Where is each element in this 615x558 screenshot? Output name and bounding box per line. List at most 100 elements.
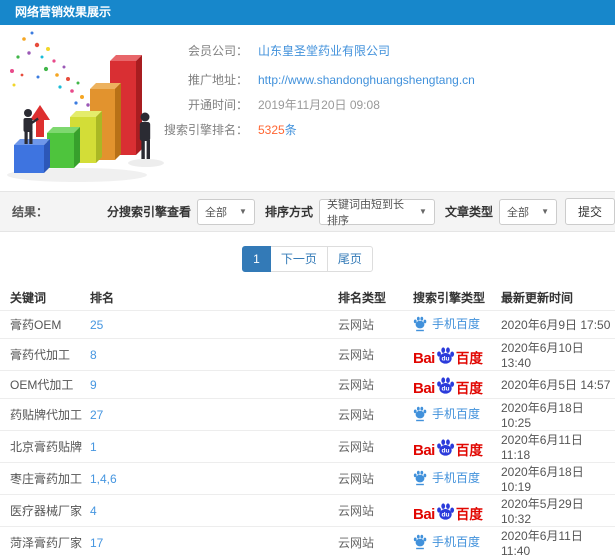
search-engine-cell: 手机百度 — [413, 311, 501, 339]
search-engine-cell: Baidu百度 — [413, 495, 501, 527]
mobile-baidu-logo: 手机百度 — [413, 315, 480, 332]
search-engine-cell: 手机百度 — [413, 527, 501, 558]
rank-link[interactable]: 25 — [90, 311, 338, 339]
updated-time-cell: 2020年6月18日 10:25 — [501, 399, 615, 431]
rank-link[interactable]: 9 — [90, 371, 338, 399]
engine-rank-row: 搜索引擎排名： 5325条 — [158, 117, 475, 142]
baidu-logo: Baidu百度 — [413, 500, 483, 522]
sort-select[interactable]: 关键词由短到长排序 ▼ — [319, 199, 435, 225]
article-type-select-value: 全部 — [507, 204, 529, 220]
businessman-right — [140, 113, 150, 160]
baidu-paw-icon — [413, 315, 427, 332]
engine-rank-value: 5325条 — [258, 121, 297, 138]
baidu-cn-text: 百度 — [456, 444, 483, 458]
engine-select[interactable]: 全部 ▼ — [197, 199, 255, 225]
article-type-select[interactable]: 全部 ▼ — [499, 199, 557, 225]
results-table: 关键词 排名 排名类型 搜索引擎类型 最新更新时间 膏药OEM 25 云网站 手… — [0, 284, 615, 558]
next-page-button[interactable]: 下一页 — [270, 246, 328, 272]
mobile-baidu-logo: 手机百度 — [413, 405, 480, 422]
updated-time-cell: 2020年5月29日 10:32 — [501, 495, 615, 527]
baidu-cn-text: 百度 — [456, 508, 483, 522]
company-link[interactable]: 山东皇圣堂药业有限公司 — [258, 42, 390, 59]
updated-time-cell: 2020年6月11日 11:40 — [501, 527, 615, 558]
filter-controls: 分搜索引擎查看 全部 ▼ 排序方式 关键词由短到长排序 ▼ 文章类型 全部 ▼ … — [97, 198, 615, 225]
search-engine-cell: Baidu 百度 — [413, 339, 501, 371]
table-row: 北京膏药贴牌 1 云网站 Baidu 百度 2020年6月11日 11:18 — [0, 431, 615, 463]
baidu-bai-text: Bai — [413, 443, 435, 458]
rank-type-cell: 云网站 — [338, 495, 413, 527]
keyword-cell: 北京膏药贴牌 — [0, 431, 90, 463]
baidu-cn-text: 百度 — [456, 352, 483, 366]
submit-button[interactable]: 提交 — [565, 198, 615, 225]
mobile-baidu-logo: 手机百度 — [413, 469, 480, 486]
bar-green — [47, 127, 80, 168]
engine-rank-label: 搜索引擎排名： — [158, 121, 248, 138]
baidu-du-paw-icon: du — [436, 438, 455, 457]
rank-link[interactable]: 8 — [90, 339, 338, 371]
chevron-down-icon: ▼ — [412, 207, 427, 216]
promo-url-link[interactable]: http://www.shandonghuangshengtang.cn — [258, 73, 475, 87]
mobile-baidu-label: 手机百度 — [432, 405, 480, 422]
baidu-paw-icon — [413, 405, 427, 422]
rank-type-cell: 云网站 — [338, 339, 413, 371]
pagination: 1 下一页 尾页 — [0, 246, 615, 272]
table-row: 药贴牌代加工 27 云网站 手机百度 2020年6月18日 10:25 — [0, 399, 615, 431]
rank-type-cell: 云网站 — [338, 311, 413, 339]
keyword-cell: 枣庄膏药加工 — [0, 463, 90, 495]
last-page-button[interactable]: 尾页 — [327, 246, 373, 272]
rank-type-cell: 云网站 — [338, 371, 413, 399]
promo-url-label: 推广地址： — [158, 71, 248, 88]
table-row: 医疗器械厂家 4 云网站 Baidu百度 2020年5月29日 10:32 — [0, 495, 615, 527]
result-label: 结果： — [12, 203, 48, 220]
rank-type-cell: 云网站 — [338, 399, 413, 431]
keyword-cell: OEM代加工 — [0, 371, 90, 399]
mobile-baidu-logo: 手机百度 — [413, 533, 480, 550]
rank-unit: 条 — [285, 123, 297, 137]
mobile-baidu-label: 手机百度 — [432, 533, 480, 550]
header-rank: 排名 — [90, 284, 338, 311]
svg-text:du: du — [441, 355, 449, 362]
rank-link[interactable]: 1,4,6 — [90, 463, 338, 495]
svg-text:du: du — [441, 447, 449, 454]
mobile-baidu-label: 手机百度 — [432, 315, 480, 332]
baidu-bai-text: Bai — [413, 351, 435, 366]
table-row: 膏药代加工 8 云网站 Baidu百度 2020年6月10日 13:40 — [0, 339, 615, 371]
title-bar: 网络营销效果展示 — [0, 0, 615, 25]
table-row: 枣庄膏药加工 1,4,6 云网站 手机百度 2020年6月18日 10:19 — [0, 463, 615, 495]
search-engine-cell: 手机百度 — [413, 399, 501, 431]
baidu-du-paw-icon: du — [436, 346, 455, 365]
updated-time-cell: 2020年6月11日 11:18 — [501, 431, 615, 463]
open-time-label: 开通时间： — [158, 96, 248, 113]
table-row: 菏泽膏药厂家 17 云网站 手机百度 2020年6月11日 11:40 — [0, 527, 615, 558]
sort-select-value: 关键词由短到长排序 — [327, 196, 412, 228]
company-label: 会员公司： — [158, 42, 248, 59]
bar-blue — [14, 139, 50, 173]
updated-time-cell: 2020年6月18日 10:19 — [501, 463, 615, 495]
header-keyword: 关键词 — [0, 284, 90, 311]
rank-link[interactable]: 27 — [90, 399, 338, 431]
rank-count: 5325 — [258, 123, 285, 137]
search-engine-cell: Baidu 百度 — [413, 431, 501, 463]
rank-link[interactable]: 17 — [90, 527, 338, 558]
search-engine-cell: Baidu 百度 — [413, 371, 501, 399]
baidu-cn-text: 百度 — [456, 382, 483, 396]
rank-link[interactable]: 4 — [90, 495, 338, 527]
search-engine-cell: 手机百度 — [413, 463, 501, 495]
rank-type-cell: 云网站 — [338, 431, 413, 463]
chevron-down-icon: ▼ — [534, 207, 549, 216]
baidu-paw-icon — [413, 469, 427, 486]
updated-time-cell: 2020年6月10日 13:40 — [501, 339, 615, 371]
svg-text:du: du — [441, 385, 449, 392]
header-rank-type: 排名类型 — [338, 284, 413, 311]
baidu-bai-text: Bai — [413, 381, 435, 396]
engine-select-value: 全部 — [205, 204, 227, 220]
page-title: 网络营销效果展示 — [15, 5, 111, 19]
baidu-logo: Baidu 百度 — [413, 374, 483, 396]
rank-link[interactable]: 1 — [90, 431, 338, 463]
engine-filter-label: 分搜索引擎查看 — [107, 203, 191, 220]
keyword-cell: 医疗器械厂家 — [0, 495, 90, 527]
member-info: 会员公司： 山东皇圣堂药业有限公司 推广地址： http://www.shand… — [158, 38, 475, 142]
baidu-paw-icon — [413, 533, 427, 550]
rank-type-cell: 云网站 — [338, 527, 413, 558]
page-button-current[interactable]: 1 — [242, 246, 271, 272]
